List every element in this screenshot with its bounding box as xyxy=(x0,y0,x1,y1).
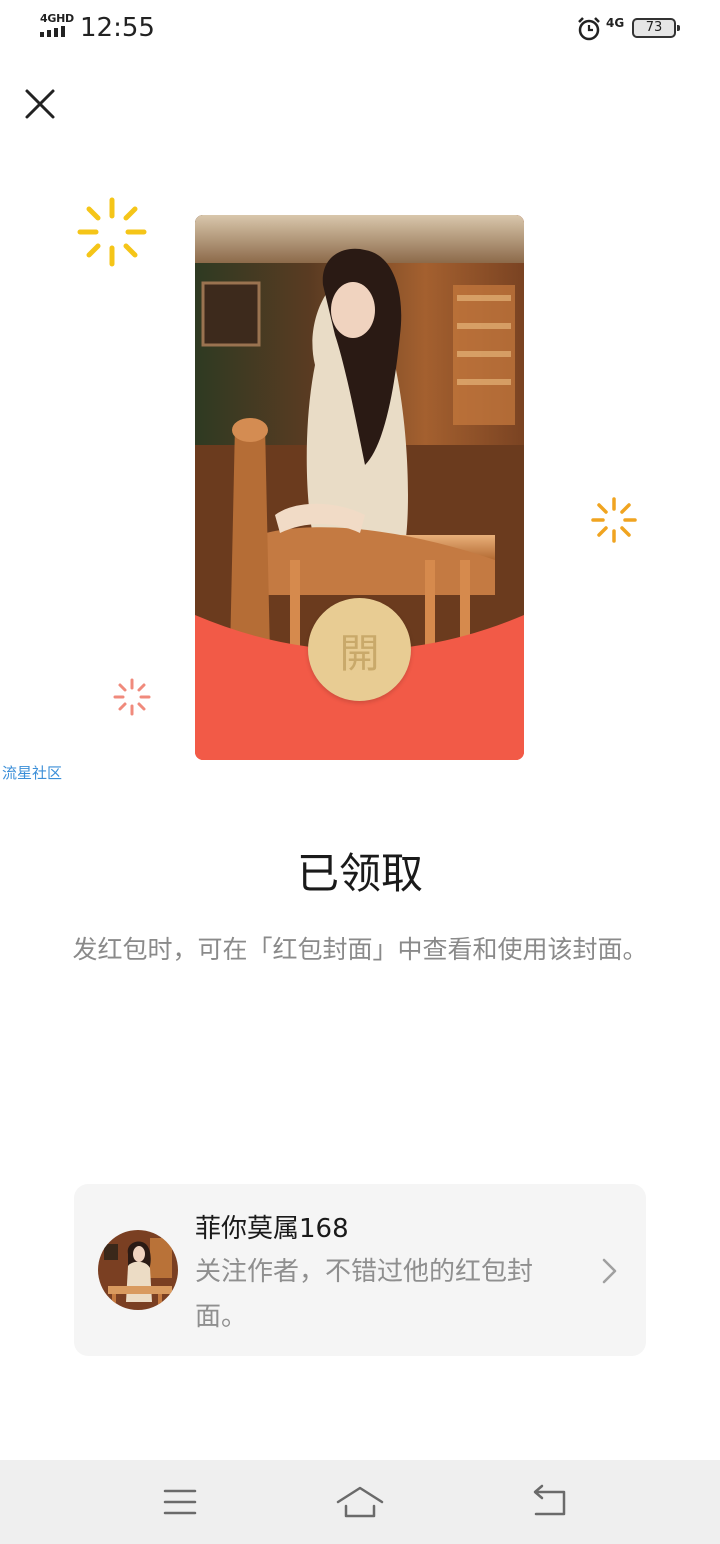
author-card[interactable]: 菲你莫属168 关注作者，不错过他的红包封面。 xyxy=(74,1184,646,1356)
open-button-label: 開 xyxy=(339,630,380,677)
battery-level: 73 xyxy=(645,20,663,35)
menu-icon[interactable] xyxy=(150,1480,210,1524)
usage-hint: 发红包时，可在「红包封面」中查看和使用该封面。 xyxy=(72,935,648,964)
sparkle-orange-icon xyxy=(591,497,637,543)
received-title: 已领取 xyxy=(296,849,423,898)
screen: 4GHD 12:55 4G 73 開 流星社区 已领取 发红包时，可在「红包封面… xyxy=(0,0,720,1544)
mobile-data-label: 4G xyxy=(606,16,625,30)
sparkle-pink-icon xyxy=(113,678,151,716)
sparkle-yellow-large-icon xyxy=(77,197,147,267)
signal-icon xyxy=(40,26,65,37)
author-name: 菲你莫属168 xyxy=(195,1214,349,1244)
network-type-label: 4GHD xyxy=(40,12,74,25)
red-envelope-cover: 開 xyxy=(195,215,524,760)
close-icon[interactable] xyxy=(22,86,58,122)
author-description: 关注作者，不错过他的红包封面。 xyxy=(195,1257,534,1332)
open-button[interactable]: 開 xyxy=(308,598,411,701)
status-time: 12:55 xyxy=(80,13,155,43)
avatar xyxy=(98,1230,178,1310)
back-icon[interactable] xyxy=(520,1480,580,1524)
alarm-icon xyxy=(578,17,600,41)
navigation-bar xyxy=(0,1460,720,1544)
battery-icon: 73 xyxy=(632,18,680,38)
watermark: 流星社区 xyxy=(2,764,63,782)
chevron-right-icon xyxy=(602,1258,617,1284)
status-bar: 4GHD 12:55 4G 73 xyxy=(0,0,720,58)
home-icon[interactable] xyxy=(330,1480,390,1524)
